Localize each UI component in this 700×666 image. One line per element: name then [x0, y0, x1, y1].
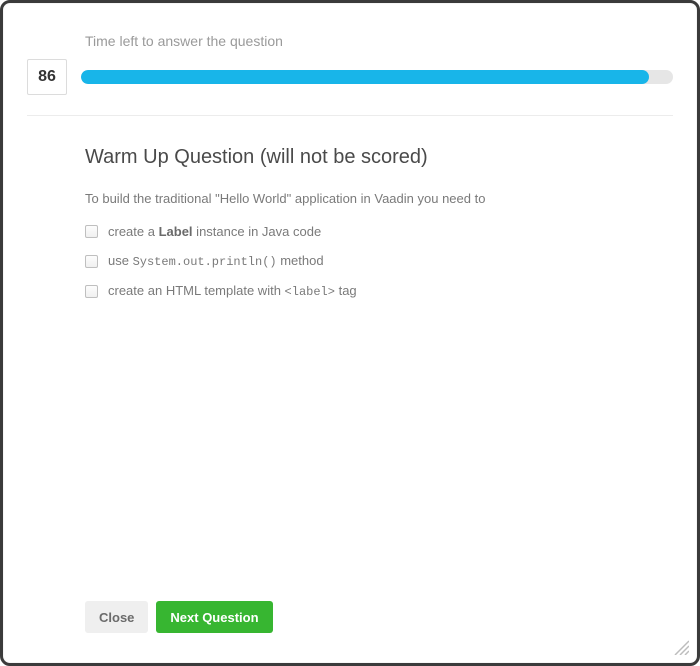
- close-button[interactable]: Close: [85, 601, 148, 633]
- question-title: Warm Up Question (will not be scored): [85, 146, 673, 169]
- answer-checkbox[interactable]: [85, 285, 98, 298]
- dialog-footer: Close Next Question: [85, 601, 273, 633]
- timer-progress-fill: [81, 70, 649, 84]
- answer-option: create a Label instance in Java code: [85, 224, 673, 239]
- answer-checkbox[interactable]: [85, 225, 98, 238]
- question-prompt: To build the traditional "Hello World" a…: [85, 191, 673, 206]
- dialog-frame: Time left to answer the question 86 Warm…: [0, 0, 700, 666]
- answer-label: use System.out.println() method: [108, 253, 324, 269]
- answer-option: use System.out.println() method: [85, 253, 673, 269]
- timer-progress-track: [81, 70, 673, 84]
- timer-row: 86: [27, 59, 673, 116]
- answer-label: create a Label instance in Java code: [108, 224, 321, 239]
- dialog-content: Time left to answer the question 86 Warm…: [9, 9, 691, 331]
- answer-option-list: create a Label instance in Java code use…: [85, 224, 673, 299]
- question-area: Warm Up Question (will not be scored) To…: [85, 146, 673, 299]
- next-question-button[interactable]: Next Question: [156, 601, 272, 633]
- timer-remaining: 86: [27, 59, 67, 95]
- timer-label: Time left to answer the question: [85, 33, 673, 49]
- answer-checkbox[interactable]: [85, 255, 98, 268]
- answer-option: create an HTML template with <label> tag: [85, 283, 673, 299]
- dialog-inner: Time left to answer the question 86 Warm…: [9, 9, 691, 657]
- resize-grip-icon: [671, 637, 689, 655]
- answer-label: create an HTML template with <label> tag: [108, 283, 357, 299]
